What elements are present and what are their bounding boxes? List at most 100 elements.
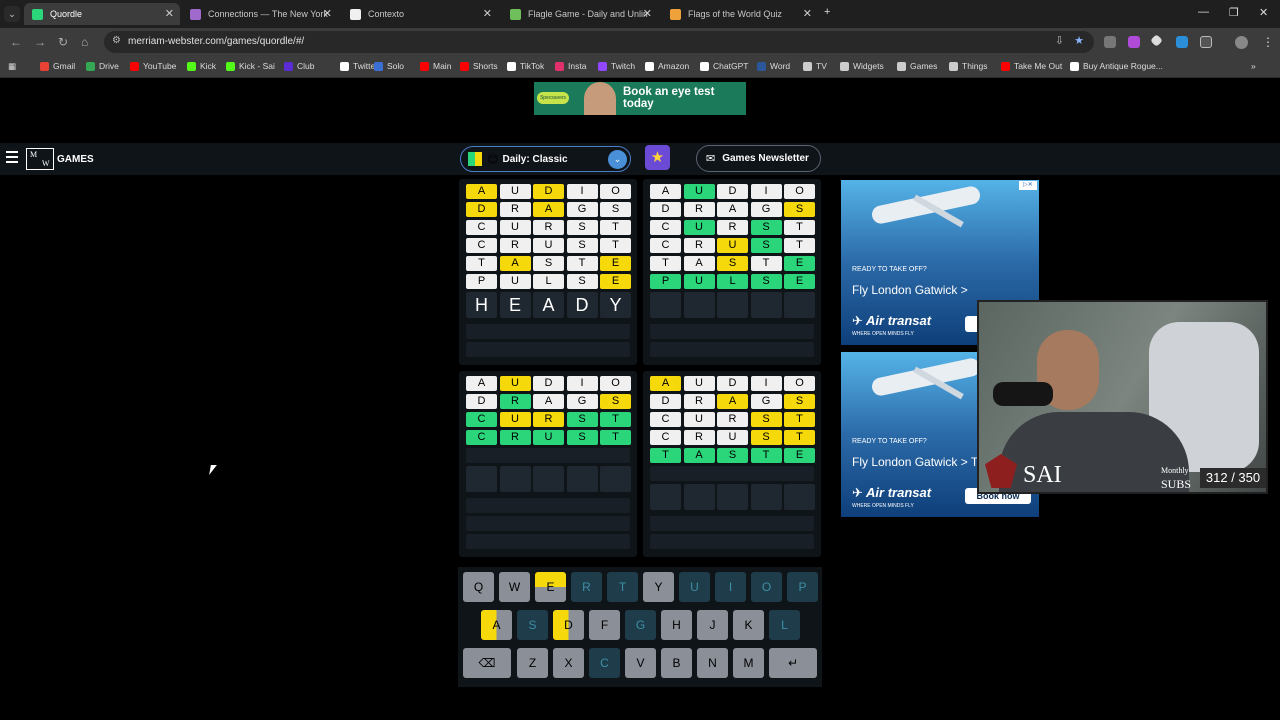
site-settings-icon[interactable]: ⚙ — [112, 35, 121, 46]
bookmark-icon — [340, 61, 349, 71]
profile-avatar[interactable] — [1235, 36, 1248, 49]
bookmark-item[interactable]: YouTube — [130, 61, 176, 71]
tab-search-button[interactable]: ⌄ — [4, 6, 20, 22]
extension-icon[interactable] — [1104, 36, 1116, 48]
bookmark-item[interactable]: Kick — [187, 61, 216, 71]
game-mode-dropdown[interactable]: 😊 Daily: Classic ⌄ — [460, 146, 631, 172]
key-r[interactable]: R — [571, 572, 602, 602]
mw-games-logo[interactable]: M W GAMES — [26, 148, 94, 170]
key-p[interactable]: P — [787, 572, 818, 602]
browser-tab[interactable]: Flags of the World Quiz ✕ — [662, 3, 818, 25]
adchoices-icon[interactable]: ▷✕ — [1019, 181, 1037, 190]
bookmark-item[interactable]: Shorts — [460, 61, 498, 71]
bookmark-item[interactable]: Games — [897, 61, 937, 71]
key-k[interactable]: K — [733, 610, 764, 640]
extensions-puzzle-icon[interactable] — [1200, 36, 1212, 48]
key-z[interactable]: Z — [517, 648, 548, 678]
browser-tab[interactable]: Connections — The New York T ✕ — [182, 3, 338, 25]
tab-close-icon[interactable]: ✕ — [165, 7, 174, 20]
bookmark-item[interactable]: Insta — [555, 61, 586, 71]
bookmark-star-icon[interactable]: ★ — [1074, 34, 1084, 47]
omnibox[interactable]: ⚙ merriam-webster.com/games/quordle/#/ ⇩… — [104, 31, 1094, 53]
ad-destination: Fly London Gatwick > — [852, 283, 968, 297]
bookmark-item[interactable]: Widgets — [840, 61, 884, 71]
bookmark-item[interactable]: Club — [284, 61, 314, 71]
key-c[interactable]: C — [589, 648, 620, 678]
key-s[interactable]: S — [517, 610, 548, 640]
minimize-icon[interactable]: — — [1198, 6, 1209, 18]
back-icon[interactable]: ← — [10, 35, 22, 49]
key-f[interactable]: F — [589, 610, 620, 640]
game-header: M W GAMES 😊 Daily: Classic ⌄ ★ ✉ Games N… — [0, 143, 1280, 175]
key-l[interactable]: L — [769, 610, 800, 640]
bookmark-item[interactable]: Word — [757, 61, 790, 71]
tab-close-icon[interactable]: ✕ — [803, 7, 812, 20]
key-d[interactable]: D — [553, 610, 584, 640]
apps-grid-icon[interactable]: ▦ — [8, 61, 16, 72]
browser-tab[interactable]: Quordle ✕ — [24, 3, 180, 25]
browser-tab[interactable]: Contexto ✕ — [342, 3, 498, 25]
key-w[interactable]: W — [499, 572, 530, 602]
tab-close-icon[interactable]: ✕ — [323, 7, 332, 20]
backspace-key[interactable]: ⌫ — [463, 648, 511, 678]
extension-icon[interactable] — [1128, 36, 1140, 48]
hamburger-menu-icon[interactable] — [6, 151, 18, 163]
extension-icon[interactable] — [1150, 34, 1163, 47]
key-m[interactable]: M — [733, 648, 764, 678]
bookmark-item[interactable]: ChatGPT — [700, 61, 748, 71]
key-j[interactable]: J — [697, 610, 728, 640]
letter-tile: P — [466, 274, 497, 289]
close-window-icon[interactable]: ✕ — [1259, 6, 1268, 19]
bookmark-icon — [460, 61, 469, 71]
bookmark-label: Widgets — [853, 61, 884, 71]
top-banner-ad[interactable]: Specsavers Book an eye test today — [534, 82, 746, 115]
bookmark-item[interactable]: Kick - Sai — [226, 61, 275, 71]
bookmark-item[interactable]: Gmail — [40, 61, 75, 71]
bookmark-item[interactable]: Solo — [374, 61, 404, 71]
bookmark-item[interactable]: Main — [420, 61, 451, 71]
ad-tagline: READY TO TAKE OFF? — [852, 266, 927, 273]
new-tab-button[interactable]: + — [824, 6, 830, 18]
key-y[interactable]: Y — [643, 572, 674, 602]
page-content: Specsavers Book an eye test today M W GA… — [0, 79, 1280, 720]
newsletter-button[interactable]: ✉ Games Newsletter — [696, 145, 821, 172]
bookmark-item[interactable]: Take Me Out — [1001, 61, 1062, 71]
home-icon[interactable]: ⌂ — [81, 35, 88, 49]
bookmark-item[interactable]: Buy Antique Rogue... — [1070, 61, 1163, 71]
letter-tile: P — [650, 274, 681, 289]
bookmark-item[interactable]: Amazon — [645, 61, 689, 71]
bookmark-icon — [374, 61, 383, 71]
key-u[interactable]: U — [679, 572, 710, 602]
tab-close-icon[interactable]: ✕ — [483, 7, 492, 20]
bookmark-item[interactable]: Twitch — [598, 61, 635, 71]
bookmark-item[interactable]: Drive — [86, 61, 119, 71]
star-button[interactable]: ★ — [645, 145, 670, 170]
bookmark-item[interactable]: Things — [949, 61, 988, 71]
key-a[interactable]: A — [481, 610, 512, 640]
more-bookmarks-icon[interactable]: » — [1251, 61, 1256, 71]
restore-icon[interactable]: ❐ — [1229, 6, 1239, 19]
key-o[interactable]: O — [751, 572, 782, 602]
key-b[interactable]: B — [661, 648, 692, 678]
reload-icon[interactable]: ↻ — [58, 35, 68, 49]
browser-tab[interactable]: Flagle Game - Daily and Unlim ✕ — [502, 3, 658, 25]
extension-icon[interactable] — [1176, 36, 1188, 48]
bookmark-item[interactable]: TV — [803, 61, 827, 71]
bookmark-item[interactable]: TikTok — [507, 61, 544, 71]
key-e[interactable]: E — [535, 572, 566, 602]
key-v[interactable]: V — [625, 648, 656, 678]
tab-close-icon[interactable]: ✕ — [643, 7, 652, 20]
key-x[interactable]: X — [553, 648, 584, 678]
key-n[interactable]: N — [697, 648, 728, 678]
key-q[interactable]: Q — [463, 572, 494, 602]
kebab-menu-icon[interactable]: ⋮ — [1262, 35, 1274, 49]
bookmark-item[interactable]: Twitter — [340, 61, 378, 71]
install-icon[interactable]: ⇩ — [1055, 34, 1064, 47]
key-t[interactable]: T — [607, 572, 638, 602]
key-g[interactable]: G — [625, 610, 656, 640]
forward-icon[interactable]: → — [34, 35, 46, 49]
key-i[interactable]: I — [715, 572, 746, 602]
key-h[interactable]: H — [661, 610, 692, 640]
enter-key[interactable]: ↵ — [769, 648, 817, 678]
typed-letter-tile: D — [566, 292, 598, 318]
